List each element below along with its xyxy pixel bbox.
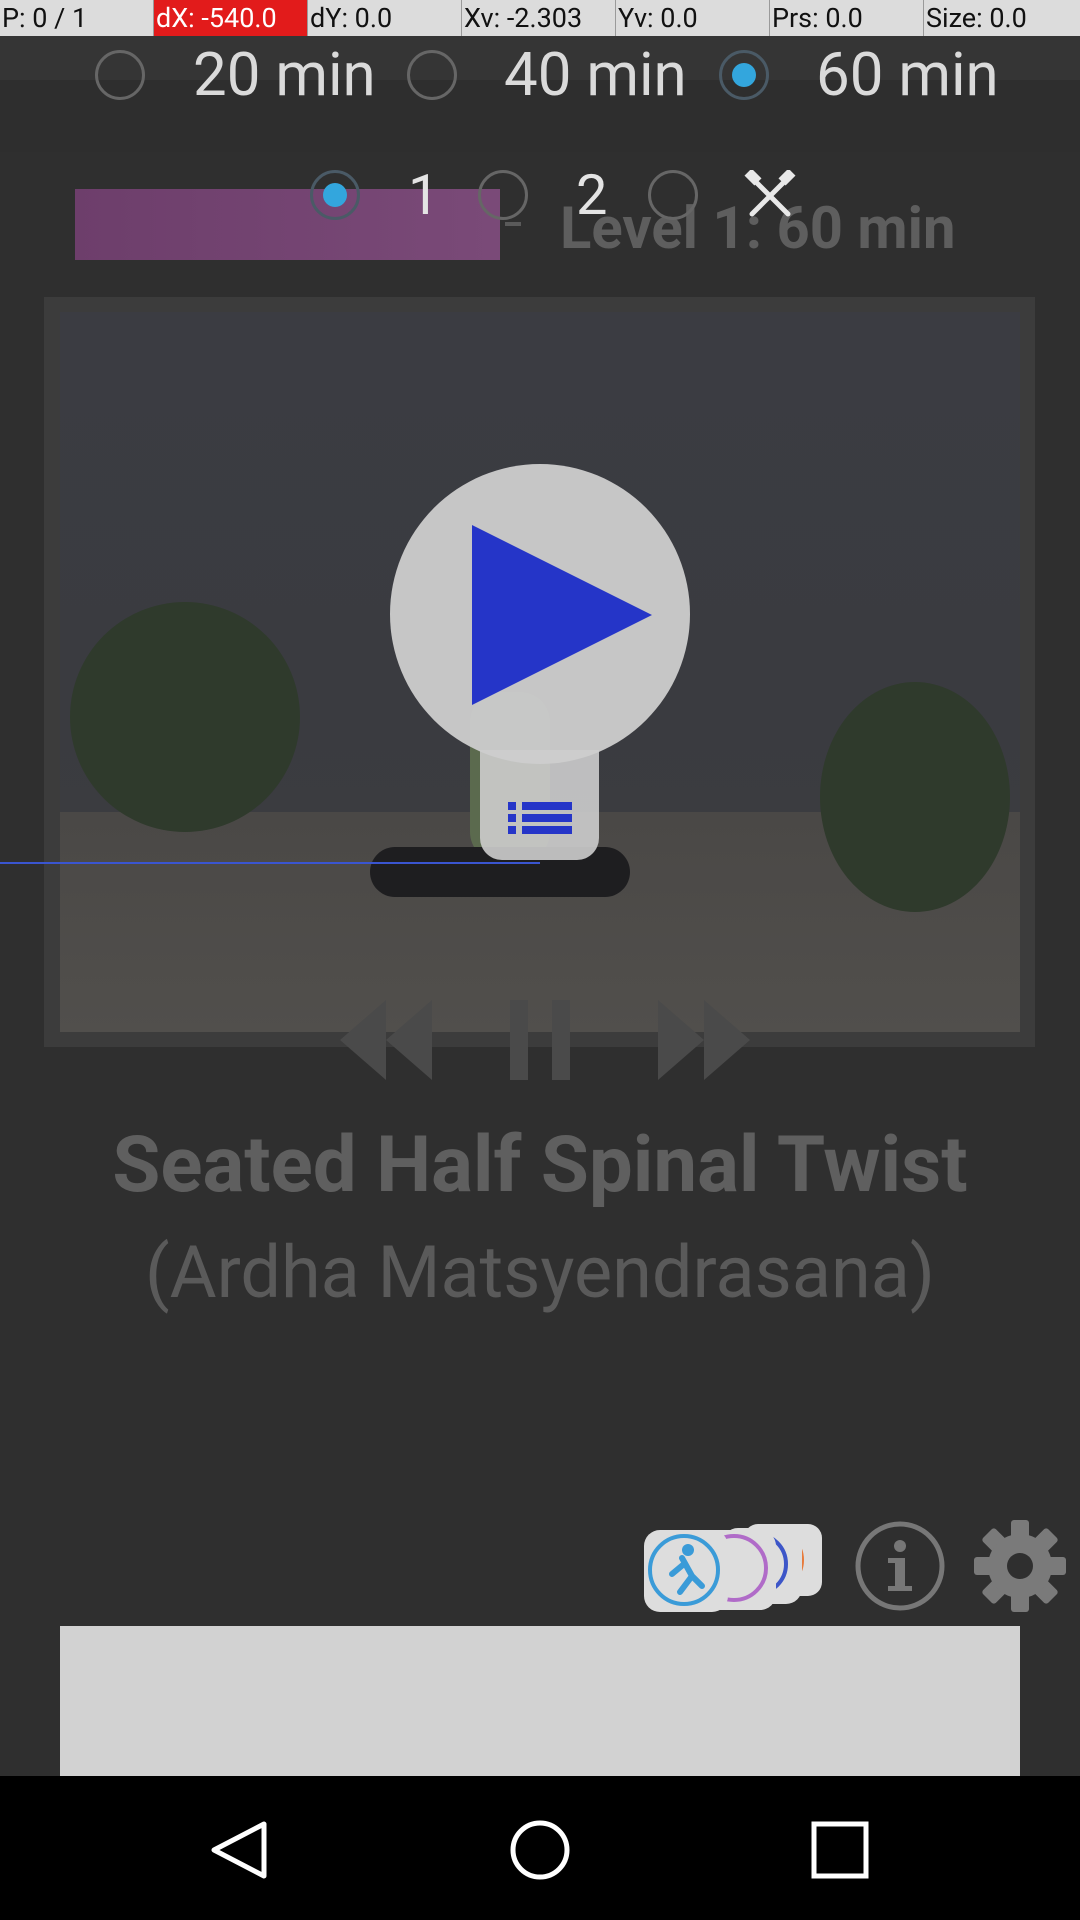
pose-list-button[interactable] [480, 750, 599, 860]
level-divider [505, 222, 521, 226]
ad-banner[interactable] [60, 1626, 1020, 1776]
home-icon[interactable] [508, 1818, 572, 1882]
pressure: Prs: 0.0 [770, 0, 924, 36]
duration-label-20[interactable]: 20 min [193, 40, 376, 110]
level-label-2[interactable]: 2 [576, 162, 607, 228]
more-apps-icon[interactable] [644, 1520, 826, 1612]
level-label-1[interactable]: 1 [408, 162, 439, 228]
gear-icon[interactable] [974, 1520, 1066, 1612]
pause-button[interactable] [510, 1000, 570, 1080]
exercise-name: Seated Half Spinal Twist [112, 1120, 968, 1211]
duration-label-60[interactable]: 60 min [816, 40, 999, 110]
duration-radio-40[interactable] [407, 50, 457, 100]
touch-trace [0, 862, 540, 864]
recents-icon[interactable] [808, 1818, 872, 1882]
touch-size: Size: 0.0 [926, 2, 1027, 34]
info-icon[interactable] [854, 1520, 946, 1612]
velocity-y: Yv: 0.0 [616, 0, 770, 36]
tools-icon[interactable] [744, 170, 796, 222]
system-nav-bar [0, 1776, 1080, 1920]
pointer-count: P: 0 / 1 [0, 0, 154, 36]
duration-radio-20[interactable] [95, 50, 145, 100]
delta-y: dY: 0.0 [308, 0, 462, 36]
delta-x: dX: -540.0 [154, 0, 308, 36]
velocity-x: Xv: -2.303 [462, 0, 616, 36]
level-radio-1[interactable] [310, 170, 360, 220]
duration-radio-60[interactable] [719, 50, 769, 100]
duration-label-40[interactable]: 40 min [504, 40, 687, 110]
exercise-sanskrit-name: (Ardha Matsyendrasana) [145, 1230, 935, 1315]
back-icon[interactable] [208, 1818, 272, 1882]
list-icon [508, 802, 572, 834]
level-radio-custom[interactable] [648, 170, 698, 220]
level-radio-2[interactable] [478, 170, 528, 220]
play-icon [472, 525, 652, 705]
pointer-location-bar: P: 0 / 1 dX: -540.0 dY: 0.0 Xv: -2.303 Y… [0, 0, 1080, 36]
rewind-button[interactable] [340, 1000, 432, 1080]
fast-forward-button[interactable] [658, 1000, 750, 1080]
